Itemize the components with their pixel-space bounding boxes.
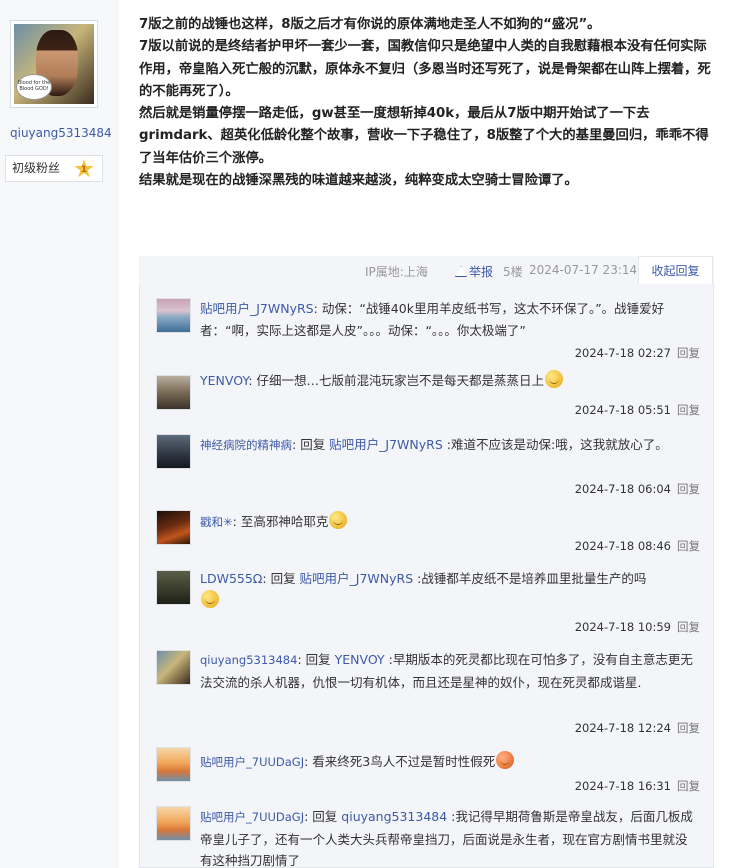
reply-avatar[interactable] xyxy=(156,570,191,605)
reply-text: 贴吧用户_7UUDaGJ: 看来终死3鸟人不过是暂时性假死 xyxy=(200,751,695,774)
fan-level-label: 初级粉丝 xyxy=(12,161,61,175)
reply-time: 2024-7-18 08:46 xyxy=(574,539,671,553)
reply-avatar[interactable] xyxy=(156,747,191,782)
report-label: 举报 xyxy=(469,265,494,279)
reply-footer: 2024-7-18 16:31 回复 xyxy=(575,778,700,794)
reply-target-user[interactable]: 贴吧用户_J7WNyRS xyxy=(300,571,414,586)
author-name-link[interactable]: qiuyang5313484 xyxy=(10,126,112,140)
reply-button[interactable]: 回复 xyxy=(677,721,700,735)
reply-body: 至高邪神哈耶克 xyxy=(236,514,329,529)
floor-number: 5楼 xyxy=(503,265,523,279)
author-avatar[interactable]: Blood for the Blood GOD! xyxy=(10,20,98,108)
reply-username[interactable]: 戳和✳ xyxy=(200,515,233,529)
reply-text: 贴吧用户_J7WNyRS: 动保：“战锤40k里用羊皮纸书写，这太不环保了。”。… xyxy=(200,298,695,341)
author-sidebar: Blood for the Blood GOD! qiuyang5313484 … xyxy=(0,0,118,868)
reply-body: 看来终死3鸟人不过是暂时性假死 xyxy=(308,754,496,769)
reply-list: 贴吧用户_J7WNyRS: 动保：“战锤40k里用羊皮纸书写，这太不环保了。”。… xyxy=(139,284,714,868)
reply-button[interactable]: 回复 xyxy=(677,620,700,634)
reply-time: 2024-7-18 06:04 xyxy=(574,482,671,496)
reply-username[interactable]: 贴吧用户_7UUDaGJ xyxy=(200,755,304,769)
reply-username[interactable]: 神经病院的精神病 xyxy=(200,438,292,452)
reply-time: 2024-7-18 16:31 xyxy=(574,779,671,793)
reply-avatar[interactable] xyxy=(156,650,191,685)
reply-footer: 2024-7-18 02:27 回复 xyxy=(575,345,700,361)
reply-footer: 2024-7-18 12:24 回复 xyxy=(575,720,700,736)
reply-footer: 2024-7-18 08:46 回复 xyxy=(575,538,700,554)
reply-username[interactable]: 贴吧用户_J7WNyRS xyxy=(200,301,314,316)
reply-footer: 2024-7-18 06:04 回复 xyxy=(575,481,700,497)
reply-button[interactable]: 回复 xyxy=(677,779,700,793)
reply-time: 2024-7-18 02:27 xyxy=(574,346,671,360)
post-time: 2024-07-17 23:14 xyxy=(529,263,638,277)
reply-body: :战锤都羊皮纸不是培养皿里批量生产的吗 xyxy=(413,571,647,586)
laugh-emoji-icon xyxy=(496,751,515,769)
ip-location: IP属地:上海 xyxy=(365,265,428,279)
post-paragraph: 7版之前的战锤也这样，8版之后才有你说的原体满地走圣人不如狗的“盛况”。 xyxy=(139,17,601,32)
reply-avatar[interactable] xyxy=(156,298,191,333)
reply-button[interactable]: 回复 xyxy=(677,403,700,417)
reply-target-user[interactable]: 贴吧用户_J7WNyRS xyxy=(329,437,443,452)
reply-time: 2024-7-18 10:59 xyxy=(574,620,671,634)
warning-icon xyxy=(455,266,467,277)
reply-prefix: 回复 xyxy=(301,652,335,667)
reply-text: 神经病院的精神病: 回复 贴吧用户_J7WNyRS :难道不应该是动保:哦，这我… xyxy=(200,434,695,457)
reply-footer: 2024-7-18 05:51 回复 xyxy=(575,402,700,418)
reply-button[interactable]: 回复 xyxy=(677,539,700,553)
reply-target-user[interactable]: qiuyang5313484 xyxy=(341,809,447,824)
avatar-image: Blood for the Blood GOD! xyxy=(14,24,94,104)
reply-time: 2024-7-18 05:51 xyxy=(574,403,671,417)
fan-level-star-icon: 1 xyxy=(74,159,94,178)
reply-text: 戳和✳: 至高邪神哈耶克 xyxy=(200,511,695,534)
reply-username[interactable]: qiuyang5313484 xyxy=(200,653,297,667)
reply-button[interactable]: 回复 xyxy=(677,346,700,360)
avatar-speech-bubble: Blood for the Blood GOD! xyxy=(16,74,52,100)
post-meta-bar: IP属地:上海 举报 5楼 2024-07-17 23:14 xyxy=(139,256,714,284)
reply-prefix: 回复 xyxy=(296,437,330,452)
reply-target-user[interactable]: YENVOY xyxy=(335,652,385,667)
reply-username[interactable]: 贴吧用户_7UUDaGJ xyxy=(200,810,304,824)
post-paragraph: 7版以前说的是终结者护甲坏一套少一套，国教信仰只是绝望中人类的自我慰藉根本没有任… xyxy=(139,39,711,99)
reply-prefix: 回复 xyxy=(266,571,300,586)
reply-button[interactable]: 回复 xyxy=(677,482,700,496)
smile-emoji-icon xyxy=(201,589,219,608)
reply-username[interactable]: YENVOY xyxy=(200,373,248,388)
fan-level-badge[interactable]: 初级粉丝 1 xyxy=(5,155,103,182)
report-link[interactable]: 举报 xyxy=(455,263,493,280)
reply-avatar[interactable] xyxy=(156,510,191,545)
reply-avatar[interactable] xyxy=(156,375,191,410)
reply-footer: 2024-7-18 10:59 回复 xyxy=(575,619,700,635)
post-paragraph: 结果就是现在的战锤深黑残的味道越来越淡，纯粹变成太空骑士冒险谭了。 xyxy=(139,173,578,189)
reply-avatar[interactable] xyxy=(156,434,191,469)
smile-emoji-icon xyxy=(545,370,564,388)
reply-text: qiuyang5313484: 回复 YENVOY :早期版本的死灵都比现在可怕… xyxy=(200,649,695,693)
reply-prefix: 回复 xyxy=(308,809,342,824)
smile-emoji-icon xyxy=(329,511,348,529)
reply-text: YENVOY: 仔细一想…七版前混沌玩家岂不是每天都是蒸蒸日上 xyxy=(200,370,695,392)
reply-body: 仔细一想…七版前混沌玩家岂不是每天都是蒸蒸日上 xyxy=(252,373,545,388)
reply-body: :难道不应该是动保:哦，这我就放心了。 xyxy=(442,437,668,452)
reply-time: 2024-7-18 12:24 xyxy=(574,721,671,735)
reply-text: 贴吧用户_7UUDaGJ: 回复 qiuyang5313484 :我记得早期荷鲁… xyxy=(200,806,695,868)
reply-text: LDW555Ω: 回复 贴吧用户_J7WNyRS :战锤都羊皮纸不是培养皿里批量… xyxy=(200,568,695,611)
post-paragraph: 然后就是销量停摆一路走低，gw甚至一度想斩掉40k，最后从7版中期开始试了一下去… xyxy=(139,106,709,166)
post-content: 7版之前的战锤也这样，8版之后才有你说的原体满地走圣人不如狗的“盛况”。 7版以… xyxy=(139,14,711,192)
collapse-replies-button[interactable]: 收起回复 xyxy=(638,256,713,284)
reply-avatar[interactable] xyxy=(156,806,191,841)
reply-username[interactable]: LDW555Ω xyxy=(200,571,262,586)
